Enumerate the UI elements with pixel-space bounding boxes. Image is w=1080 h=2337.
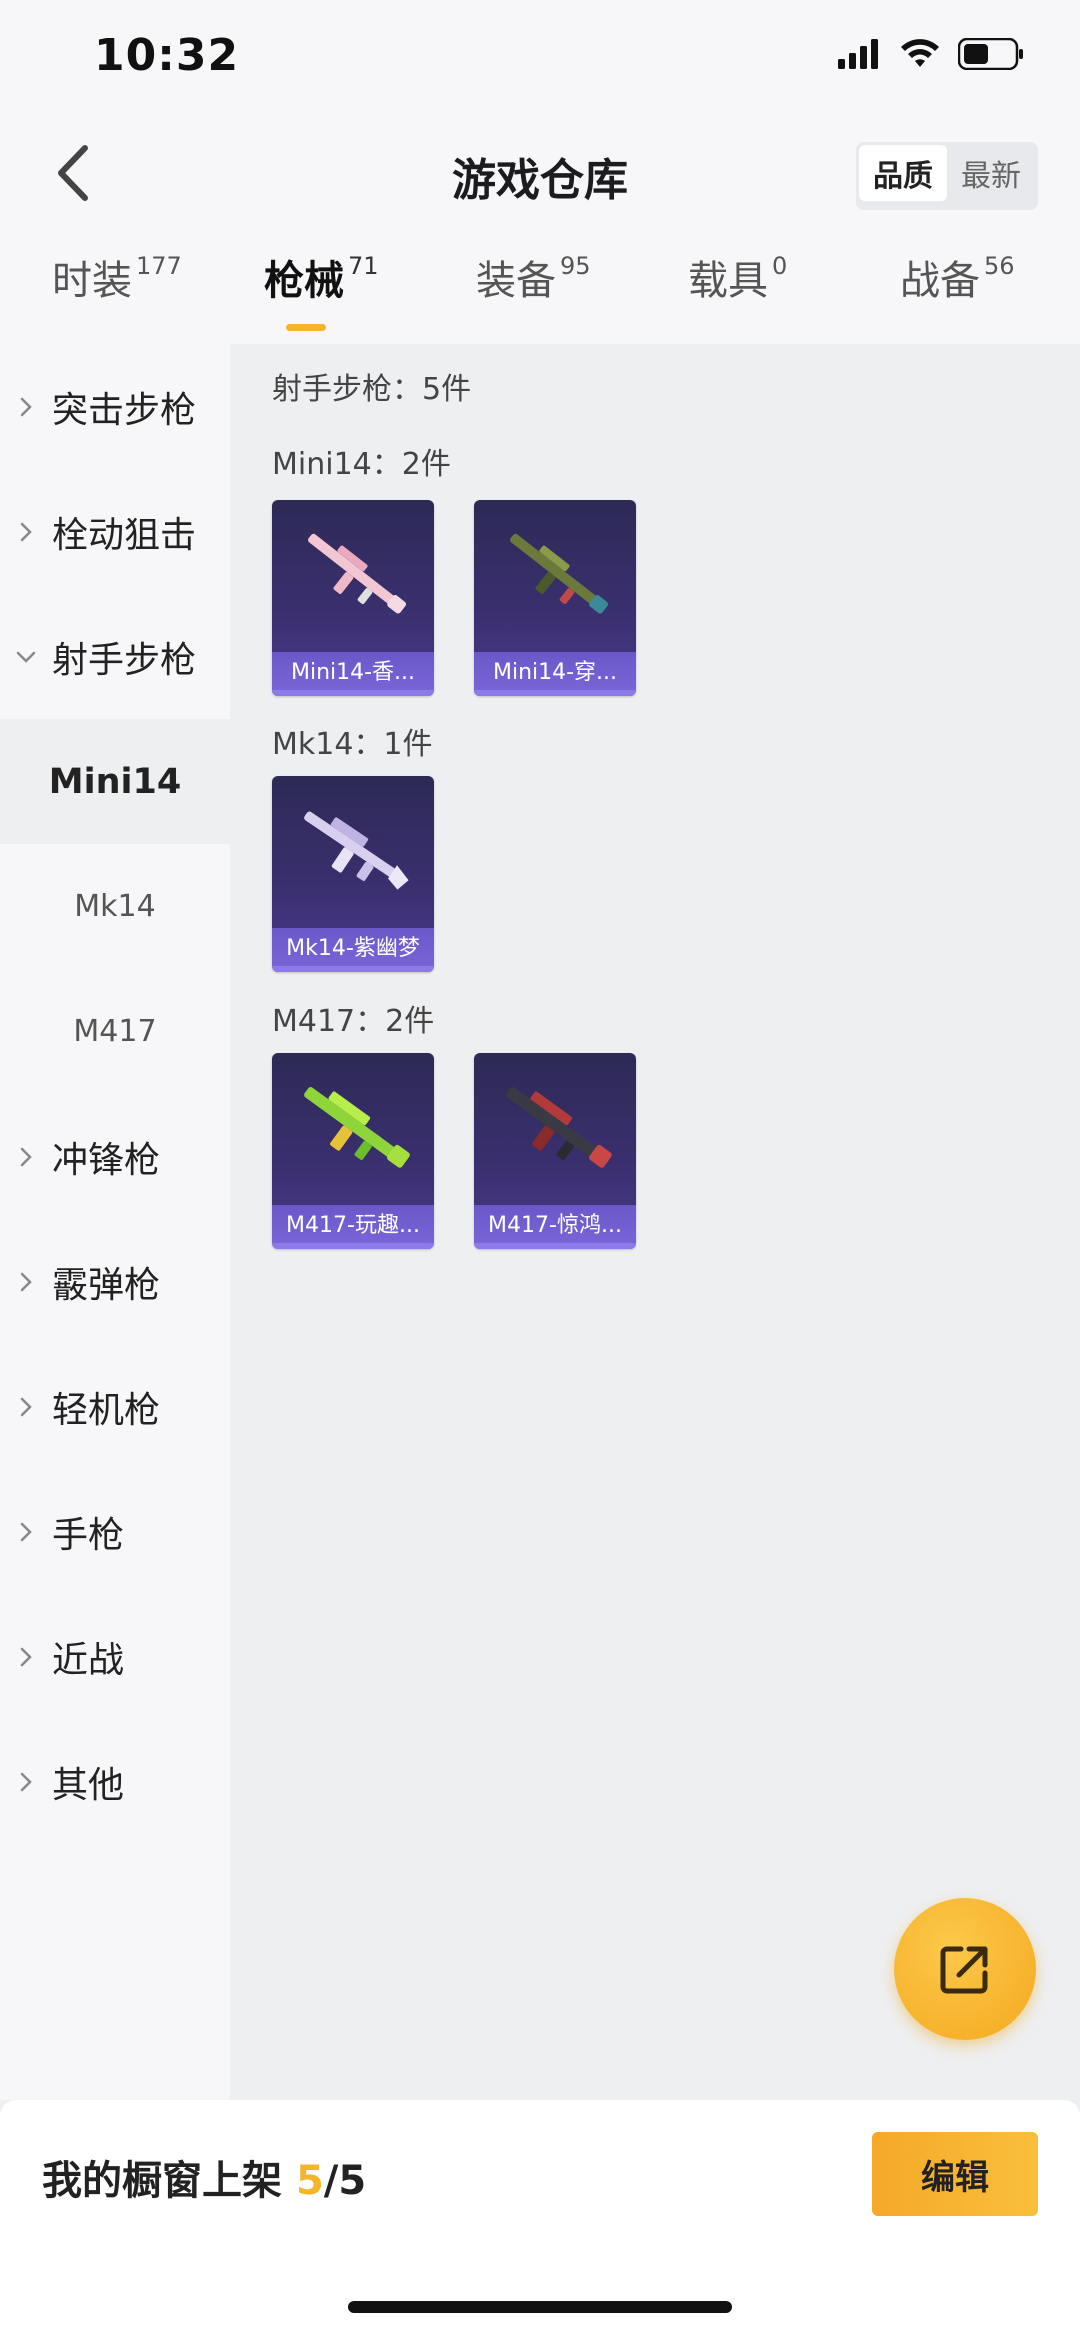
showcase-label: 我的橱窗上架 (42, 2158, 282, 2204)
group-title-mini14: Mini14：2件 (272, 447, 451, 482)
sidebar-item-label: 冲锋枪 (52, 1139, 161, 1181)
active-tab-indicator (286, 324, 326, 331)
tab-label: 时装 (52, 258, 132, 304)
sidebar-item-other[interactable]: 其他 (0, 1719, 230, 1844)
nav-bar: 游戏仓库 品质 最新 (0, 120, 1080, 226)
tab-label: 枪械 (264, 258, 344, 304)
battery-icon (958, 38, 1023, 70)
chevron-right-icon (0, 396, 52, 418)
wifi-icon (901, 39, 939, 67)
item-card[interactable]: Mini14-香... (272, 500, 434, 696)
sidebar-item-label: 手枪 (52, 1514, 125, 1556)
sort-toggle: 品质 最新 (856, 142, 1038, 210)
sidebar-item-label: 其他 (52, 1764, 125, 1806)
showcase-count-total: /5 (323, 2158, 367, 2204)
tab-fashion[interactable]: 时装 177 (52, 248, 182, 306)
sort-latest-button[interactable]: 最新 (947, 145, 1035, 201)
group-title-m417: M417：2件 (272, 1004, 435, 1039)
sidebar-item-shotgun[interactable]: 霰弹枪 (0, 1219, 230, 1344)
tab-label: 战备 (900, 258, 980, 304)
tab-equipment[interactable]: 装备 95 (476, 248, 591, 306)
sidebar-item-label: 栓动狙击 (52, 514, 197, 556)
sort-quality-button[interactable]: 品质 (859, 145, 947, 201)
chevron-right-icon (0, 1271, 52, 1293)
item-card[interactable]: Mk14-紫幽梦 (272, 776, 434, 972)
tab-count: 0 (772, 252, 788, 280)
sidebar-item-label: 射手步枪 (52, 639, 197, 681)
sidebar-item-label: 近战 (52, 1639, 125, 1681)
showcase-count-current: 5 (295, 2158, 324, 2204)
tab-label: 装备 (476, 258, 556, 304)
card-accent (474, 690, 636, 696)
sidebar-item-label: 突击步枪 (52, 389, 197, 431)
chevron-down-icon (0, 649, 52, 665)
sidebar-item-smg[interactable]: 冲锋枪 (0, 1094, 230, 1219)
signal-icon (838, 39, 878, 69)
status-bar: 10:32 (0, 0, 1080, 120)
category-tabs: 时装 177 枪械 71 装备 95 载具 0 战备 56 (0, 226, 1080, 344)
sidebar-subitem-m417[interactable]: M417 (0, 969, 230, 1094)
item-card[interactable]: Mini14-穿... (474, 500, 636, 696)
sidebar-subitem-mk14[interactable]: Mk14 (0, 844, 230, 969)
tab-count: 56 (984, 252, 1015, 280)
sidebar-item-pistol[interactable]: 手枪 (0, 1469, 230, 1594)
card-accent (272, 690, 434, 696)
tab-vehicles[interactable]: 载具 0 (688, 248, 787, 306)
tab-count: 177 (136, 252, 182, 280)
chevron-right-icon (0, 1771, 52, 1793)
showcase-status: 我的橱窗上架 5/5 (42, 2148, 366, 2206)
edit-button[interactable]: 编辑 (872, 2132, 1038, 2216)
status-time: 10:32 (94, 30, 240, 81)
chevron-right-icon (0, 1646, 52, 1668)
sidebar-item-marksman-rifle[interactable]: 射手步枪 (0, 594, 230, 719)
home-indicator (348, 2301, 732, 2313)
chevron-right-icon (0, 1396, 52, 1418)
section-title: 射手步枪：5件 (272, 372, 472, 407)
sidebar-item-assault-rifle[interactable]: 突击步枪 (0, 344, 230, 469)
rifle-camo-icon (510, 533, 609, 614)
tab-weapons[interactable]: 枪械 71 (264, 248, 379, 306)
share-button[interactable] (894, 1898, 1036, 2040)
sidebar-item-label: 霰弹枪 (52, 1264, 161, 1306)
tab-count: 95 (560, 252, 591, 280)
share-icon (940, 1946, 988, 1994)
sidebar-item-label: 轻机枪 (52, 1389, 161, 1431)
item-card[interactable]: M417-玩趣... (272, 1053, 434, 1249)
tab-label: 载具 (688, 258, 768, 304)
rifle-red-icon (506, 1087, 612, 1168)
sidebar-item-bolt-sniper[interactable]: 栓动狙击 (0, 469, 230, 594)
tab-count: 71 (348, 252, 379, 280)
rifle-green-icon (304, 1087, 410, 1168)
card-accent (272, 1243, 434, 1249)
chevron-right-icon (0, 1521, 52, 1543)
sidebar-item-melee[interactable]: 近战 (0, 1594, 230, 1719)
group-title-mk14: Mk14：1件 (272, 727, 433, 762)
status-icons (838, 38, 1024, 70)
item-card[interactable]: M417-惊鸿... (474, 1053, 636, 1249)
chevron-right-icon (0, 1146, 52, 1168)
sidebar-item-lmg[interactable]: 轻机枪 (0, 1344, 230, 1469)
sidebar-subitem-mini14[interactable]: Mini14 (0, 719, 230, 844)
chevron-right-icon (0, 521, 52, 543)
sidebar: 突击步枪 栓动狙击 射手步枪 Mini14 Mk14 M417 冲锋枪 霰弹枪 … (0, 344, 230, 2100)
item-list: 射手步枪：5件 Mini14：2件 Mini14-香... Mini14-穿..… (230, 344, 1080, 2100)
card-accent (474, 1243, 636, 1249)
tab-supplies[interactable]: 战备 56 (900, 248, 1015, 306)
card-accent (272, 966, 434, 972)
rifle-pink-icon (308, 533, 407, 614)
rifle-lavender-icon (304, 811, 409, 890)
